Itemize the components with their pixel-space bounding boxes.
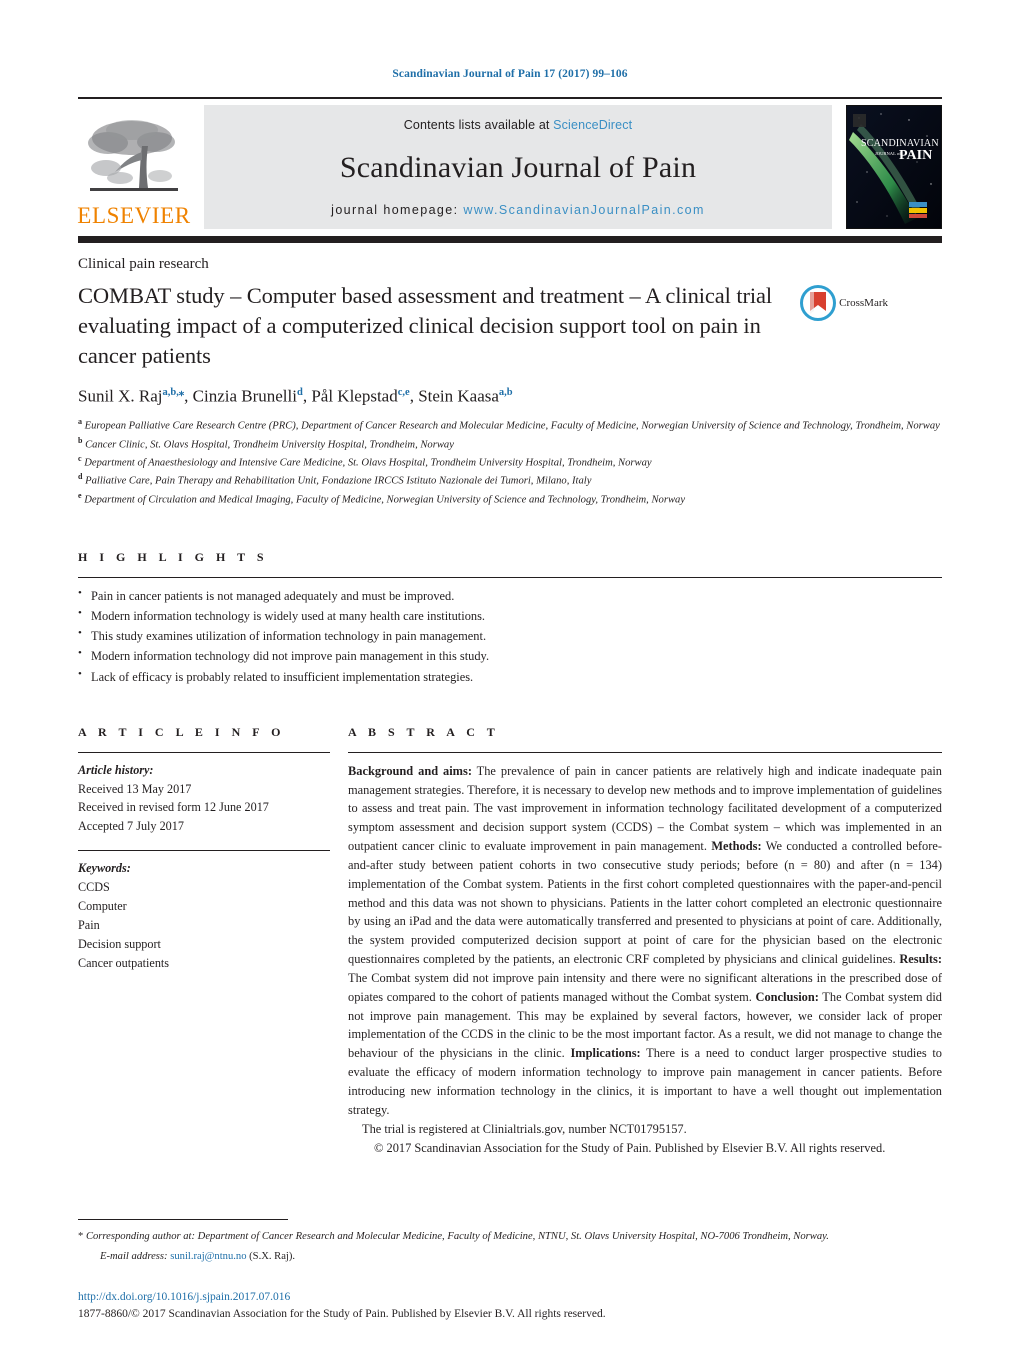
affiliation-item: e Department of Circulation and Medical … <box>78 490 942 508</box>
keyword-item: Decision support <box>78 936 161 951</box>
abstract-column: A B S T R A C T Background and aims: The… <box>348 725 942 1158</box>
keyword-lines: CCDS Computer Pain Decision support Cancer o… <box>78 878 330 973</box>
author-name: Pål Klepstad <box>311 387 398 407</box>
affiliation-text: Department of Circulation and Medical Im… <box>81 494 686 506</box>
affiliation-item: d Palliative Care, Pain Therapy and Reha… <box>78 471 942 489</box>
article-section-label: Clinical pain research <box>78 256 209 272</box>
highlight-item: Lack of efficacy is probably related to … <box>78 666 942 687</box>
highlight-item: Modern information technology is widely … <box>78 605 942 626</box>
highlight-item: Modern information technology did not im… <box>78 645 942 666</box>
contents-prefix: Contents lists available at <box>403 118 554 132</box>
abstract-section-label: Methods: <box>711 839 762 854</box>
page-title: COMBAT study – Computer based assessment… <box>78 283 773 369</box>
highlights-rule <box>78 577 942 579</box>
affiliation-text: Cancer Clinic, St. Olavs Hospital, Trond… <box>82 439 454 451</box>
journal-homepage-line: journal homepage: www.ScandinavianJourna… <box>331 203 705 217</box>
sciencedirect-link[interactable]: ScienceDirect <box>553 118 632 132</box>
email-link[interactable]: sunil.raj@ntnu.no <box>170 1251 246 1262</box>
masthead-bottom-rule <box>78 236 942 243</box>
doi-link[interactable]: http://dx.doi.org/10.1016/j.sjpain.2017.… <box>78 1289 942 1306</box>
article-history-item: Received 13 May 2017 <box>78 781 192 796</box>
affiliation-item: c Department of Anaesthesiology and Inte… <box>78 453 942 471</box>
author-name: Cinzia Brunelli <box>192 387 297 407</box>
homepage-prefix: journal homepage: <box>331 203 464 217</box>
article-history-label: Article history: <box>78 762 154 777</box>
keyword-item: CCDS <box>78 880 110 895</box>
keywords-label: Keywords: <box>78 861 131 876</box>
author-separator: , <box>409 387 419 407</box>
article-history-item: Received in revised form 12 June 2017 <box>78 800 269 815</box>
abstract-section-label: Background and aims: <box>348 763 472 778</box>
article-info-heading: A R T I C L E I N F O <box>78 724 285 739</box>
abstract-rule <box>348 751 942 753</box>
contents-available-line: Contents lists available at ScienceDirec… <box>404 118 632 132</box>
corresponding-text: Corresponding author at: Department of C… <box>83 1231 829 1243</box>
author-affiliation-marker: a,b <box>498 387 513 399</box>
journal-title: Scandinavian Journal of Pain <box>339 151 697 184</box>
title-row: COMBAT study – Computer based assessment… <box>78 281 942 371</box>
paper-page: Scandinavian Journal of Pain 17 (2017) 9… <box>0 0 1020 1351</box>
affiliation-item: b Cancer Clinic, St. Olavs Hospital, Tro… <box>78 435 942 453</box>
elsevier-wordmark: ELSEVIER <box>77 203 191 228</box>
affiliation-text: Department of Anaesthesiology and Intens… <box>81 457 652 469</box>
article-info-rule <box>78 751 330 753</box>
running-head: Scandinavian Journal of Pain 17 (2017) 9… <box>392 68 628 80</box>
author-affiliation-marker: a,b,⁎ <box>162 387 185 399</box>
highlight-item: This study examines utilization of infor… <box>78 625 942 646</box>
affiliation-text: European Palliative Care Research Centre… <box>82 420 940 432</box>
author-list: Sunil X. Raja,b,⁎, Cinzia Brunellid, Pål… <box>78 386 942 407</box>
doi-footer: http://dx.doi.org/10.1016/j.sjpain.2017.… <box>78 1289 942 1324</box>
article-info-column: A R T I C L E I N F O Article history: R… <box>78 725 348 1158</box>
journal-header-box: Contents lists available at ScienceDirec… <box>204 105 832 229</box>
keywords-block: Keywords: CCDS Computer Pain Decision suppo… <box>78 859 330 972</box>
abstract-trial-registration: The trial is registered at Clinialtrials… <box>362 1121 687 1136</box>
abstract-copyright: © 2017 Scandinavian Association for the … <box>374 1140 886 1155</box>
email-note: E-mail address: sunil.raj@ntnu.no (S.X. … <box>78 1249 942 1265</box>
abstract-section-label: Results: <box>899 952 942 967</box>
keywords-rule <box>78 850 330 852</box>
highlights-heading: H I G H L I G H T S <box>78 550 269 565</box>
abstract-section-label: Implications: <box>570 1046 641 1061</box>
abstract-section-text: We conducted a controlled before-and-aft… <box>348 839 942 967</box>
corresponding-author-note: * Corresponding author at: Department of… <box>78 1229 942 1245</box>
affiliation-text: Palliative Care, Pain Therapy and Rehabi… <box>82 475 592 487</box>
affiliation-list: a European Palliative Care Research Cent… <box>78 416 942 508</box>
svg-text:JOURNAL of: JOURNAL of <box>875 151 901 156</box>
footnote-rule <box>78 1219 288 1221</box>
abstract-heading: A B S T R A C T <box>348 724 500 739</box>
article-history-lines: Received 13 May 2017 Received in revised … <box>78 780 330 837</box>
elsevier-logo: ELSEVIER <box>77 105 191 229</box>
issn-copyright-line: 1877-8860/© 2017 Scandinavian Associatio… <box>78 1307 606 1320</box>
abstract-section-label: Conclusion: <box>755 989 819 1004</box>
abstract-paragraph: Background and aims: The prevalence of p… <box>348 762 942 1120</box>
cover-artwork: SCANDINAVIAN JOURNAL of PAIN <box>847 106 941 228</box>
article-history-block: Article history: Received 13 May 2017 Rec… <box>78 761 330 837</box>
affiliation-item: a European Palliative Care Research Cent… <box>78 416 942 434</box>
keyword-item: Pain <box>78 918 100 932</box>
article-history-item: Accepted 7 July 2017 <box>78 819 184 834</box>
author-separator: , <box>184 387 193 407</box>
svg-text:PAIN: PAIN <box>899 148 932 163</box>
footnotes: * Corresponding author at: Department of… <box>78 1219 942 1265</box>
author-affiliation-marker: c,e <box>397 387 410 399</box>
author-name: Stein Kaasa <box>418 387 499 407</box>
keyword-item: Cancer outpatients <box>78 955 170 970</box>
author-name: Sunil X. Raj <box>78 387 163 407</box>
elsevier-tree-icon <box>88 120 178 191</box>
crossmark-badge[interactable]: CrossMark <box>778 281 888 321</box>
email-label: E-mail address: <box>100 1250 168 1262</box>
email-suffix: (S.X. Raj). <box>246 1250 296 1262</box>
crossmark-icon <box>800 285 837 321</box>
journal-homepage-link[interactable]: www.ScandinavianJournalPain.com <box>463 203 704 217</box>
highlight-item: Pain in cancer patients is not managed a… <box>78 585 942 606</box>
journal-cover-thumbnail: SCANDINAVIAN JOURNAL of PAIN <box>846 105 942 229</box>
abstract-body: Background and aims: The prevalence of p… <box>348 762 942 1158</box>
highlights-section: H I G H L I G H T S Pain in cancer patie… <box>78 550 942 686</box>
info-abstract-columns: A R T I C L E I N F O Article history: R… <box>78 725 942 1158</box>
keyword-item: Computer <box>78 899 127 914</box>
journal-masthead: ELSEVIER Contents lists available at Sci… <box>77 97 942 243</box>
highlights-list: Pain in cancer patients is not managed a… <box>78 585 942 687</box>
crossmark-label: CrossMark <box>839 297 888 309</box>
